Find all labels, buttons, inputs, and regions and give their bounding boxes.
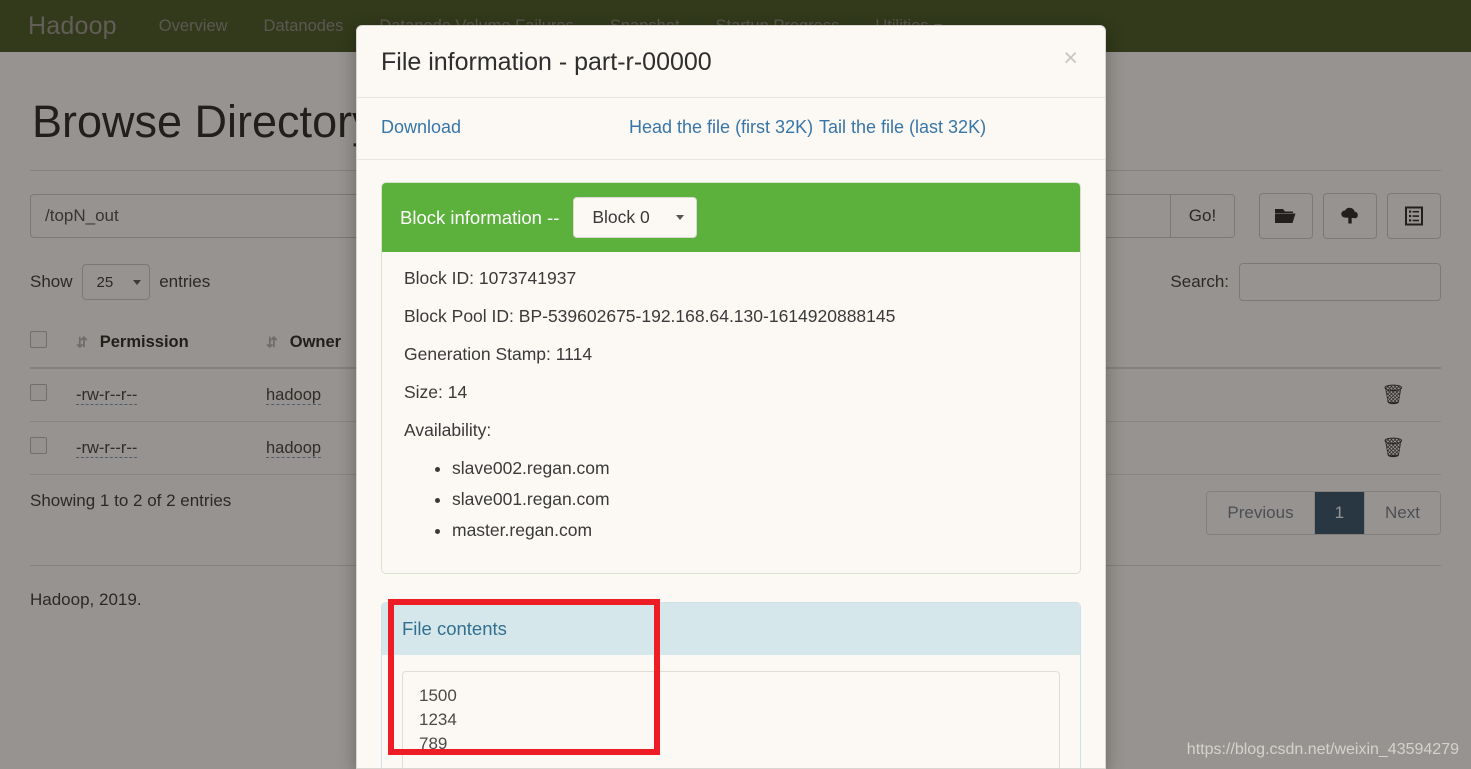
availability-list: slave002.regan.com slave001.regan.com ma…: [404, 458, 1058, 541]
block-id-text: Block ID: 1073741937: [404, 268, 577, 288]
generation-stamp-text: Generation Stamp: 1114: [404, 344, 593, 364]
block-information-body: Block ID: 1073741937 Block Pool ID: BP-5…: [382, 252, 1080, 573]
block-information-label: Block information --: [400, 206, 560, 228]
file-contents-body: 1500 1234 789: [382, 655, 1080, 768]
block-select-value: Block 0: [592, 207, 650, 227]
block-size-text: Size: 14: [404, 382, 468, 402]
availability-label: Availability:: [404, 420, 492, 440]
file-information-modal: File information - part-r-00000 × Downlo…: [356, 25, 1106, 769]
block-information-panel: Block information -- Block 0 Block ID: 1…: [381, 182, 1081, 574]
availability-item: master.regan.com: [452, 520, 1058, 541]
block-pool-id-text: Block Pool ID: BP-539602675-192.168.64.1…: [404, 306, 896, 326]
block-select[interactable]: Block 0: [573, 197, 697, 238]
tail-file-link[interactable]: Tail the file (last 32K): [819, 117, 986, 138]
download-link[interactable]: Download: [381, 117, 629, 138]
modal-action-links: Download Head the file (first 32K) Tail …: [357, 98, 1105, 160]
availability-item: slave001.regan.com: [452, 489, 1058, 510]
file-contents-textarea[interactable]: 1500 1234 789: [402, 671, 1060, 768]
watermark-text: https://blog.csdn.net/weixin_43594279: [1186, 741, 1459, 758]
file-contents-panel: File contents 1500 1234 789: [381, 602, 1081, 768]
modal-header: File information - part-r-00000 ×: [357, 26, 1105, 98]
head-file-link[interactable]: Head the file (first 32K): [629, 117, 819, 138]
availability-item: slave002.regan.com: [452, 458, 1058, 479]
modal-title: File information - part-r-00000: [381, 48, 712, 76]
close-icon[interactable]: ×: [1057, 45, 1084, 72]
file-contents-header: File contents: [382, 603, 1080, 655]
block-information-header: Block information -- Block 0: [382, 183, 1080, 252]
file-contents-label: File contents: [402, 618, 507, 639]
chevron-down-icon: [675, 215, 684, 220]
